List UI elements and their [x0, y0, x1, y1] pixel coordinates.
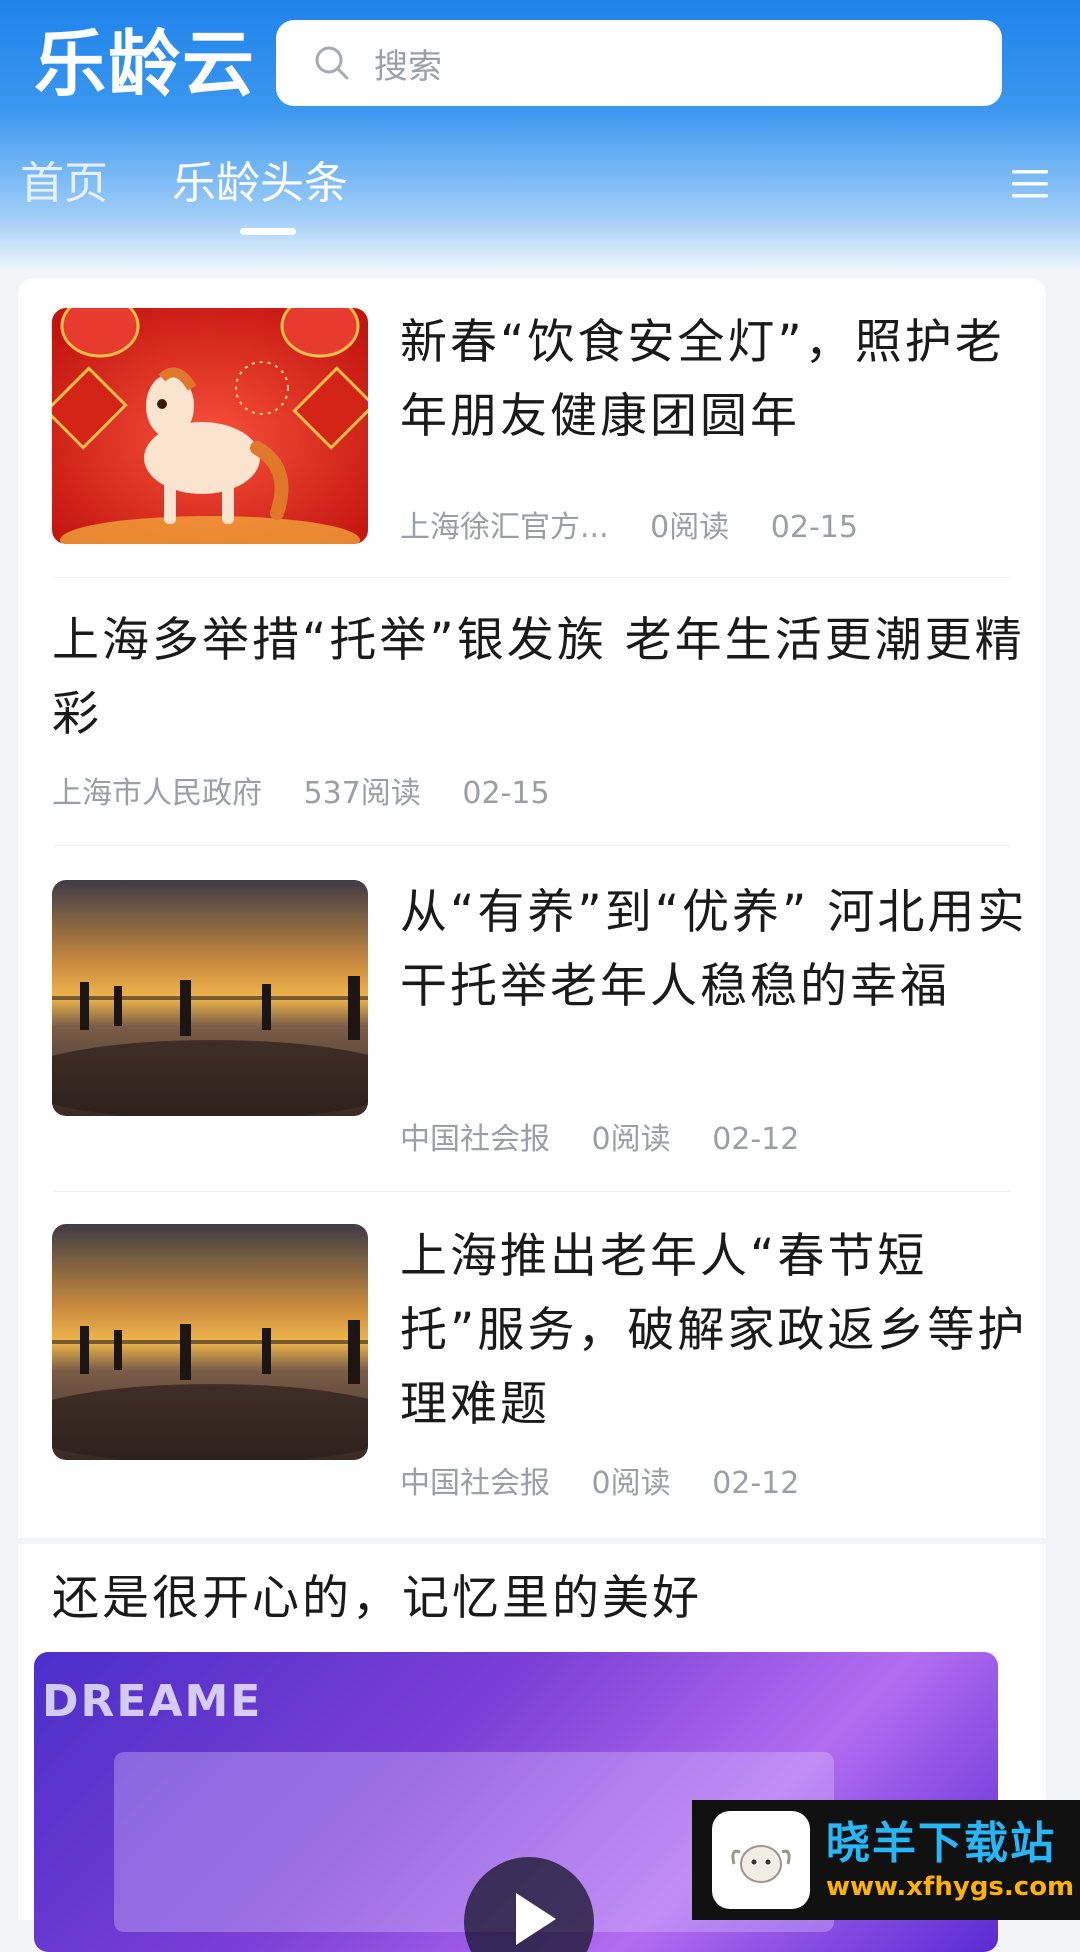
active-tab-indicator — [240, 228, 296, 235]
article-item[interactable]: 新春“饮食安全灯”，照护老年朋友健康团圆年 上海徐汇官方... 0阅读 02-1… — [18, 278, 1046, 578]
article-title: 新春“饮食安全灯”，照护老年朋友健康团圆年 — [400, 315, 1005, 444]
article-reads: 537阅读 — [303, 776, 421, 811]
article-reads: 0阅读 — [650, 510, 730, 545]
watermark-text: 晓羊下载站 www.xfhygs.com — [826, 1817, 1074, 1903]
sheep-logo-icon — [712, 1811, 810, 1909]
sunset-photo-icon — [52, 1224, 368, 1460]
article-date: 02-15 — [462, 776, 550, 811]
video-overlay-text: DREAME — [42, 1676, 263, 1727]
article-meta: 中国社会报 0阅读 02-12 — [400, 1464, 831, 1504]
article-meta: 上海徐汇官方... 0阅读 02-15 — [400, 508, 890, 548]
article-source: 中国社会报 — [400, 1122, 550, 1157]
article-title: 上海多举措“托举”银发族 老年生活更潮更精彩 — [52, 613, 1025, 742]
article-title: 从“有养”到“优养” 河北用实干托举老年人稳稳的幸福 — [400, 885, 1028, 1014]
tab-home[interactable]: 首页 — [20, 148, 108, 220]
article-item[interactable]: 上海多举措“托举”银发族 老年生活更潮更精彩 上海市人民政府 537阅读 02-… — [18, 578, 1046, 846]
video-post-title: 还是很开心的，记忆里的美好 — [52, 1571, 702, 1626]
article-meta: 上海市人民政府 537阅读 02-15 — [52, 774, 582, 814]
sunset-photo-icon — [52, 880, 368, 1116]
app-logo: 乐龄云 — [34, 22, 257, 106]
search-bar[interactable]: 搜索 — [276, 20, 1002, 106]
article-reads: 0阅读 — [591, 1122, 671, 1157]
article-source: 中国社会报 — [400, 1466, 550, 1501]
search-placeholder: 搜索 — [374, 46, 442, 87]
article-title: 上海推出老年人“春节短托”服务，破解家政返乡等护理难题 — [400, 1229, 1028, 1432]
article-thumbnail — [52, 880, 368, 1116]
horse-illustration-icon — [52, 308, 368, 544]
article-source: 上海徐汇官方... — [400, 510, 609, 545]
watermark-url: www.xfhygs.com — [826, 1872, 1075, 1902]
play-icon — [516, 1893, 556, 1945]
article-date: 02-15 — [770, 510, 858, 545]
watermark-name: 晓羊下载站 — [826, 1818, 1056, 1869]
article-source: 上海市人民政府 — [52, 776, 262, 811]
article-date: 02-12 — [712, 1122, 800, 1157]
article-date: 02-12 — [712, 1466, 800, 1501]
article-thumbnail — [52, 1224, 368, 1460]
article-reads: 0阅读 — [591, 1466, 671, 1501]
search-icon — [315, 46, 349, 80]
article-thumbnail — [52, 308, 368, 544]
menu-icon[interactable] — [1010, 166, 1050, 202]
tab-headlines[interactable]: 乐龄头条 — [172, 148, 348, 220]
article-item[interactable]: 从“有养”到“优养” 河北用实干托举老年人稳稳的幸福 中国社会报 0阅读 02-… — [18, 846, 1046, 1192]
article-meta: 中国社会报 0阅读 02-12 — [400, 1120, 831, 1160]
tab-bar: 首页 乐龄头条 — [0, 148, 1080, 238]
article-item[interactable]: 上海推出老年人“春节短托”服务，破解家政返乡等护理难题 中国社会报 0阅读 02… — [18, 1192, 1046, 1538]
app-header: 乐龄云 搜索 首页 乐龄头条 — [0, 0, 1080, 270]
site-watermark: 晓羊下载站 www.xfhygs.com — [692, 1800, 1080, 1920]
